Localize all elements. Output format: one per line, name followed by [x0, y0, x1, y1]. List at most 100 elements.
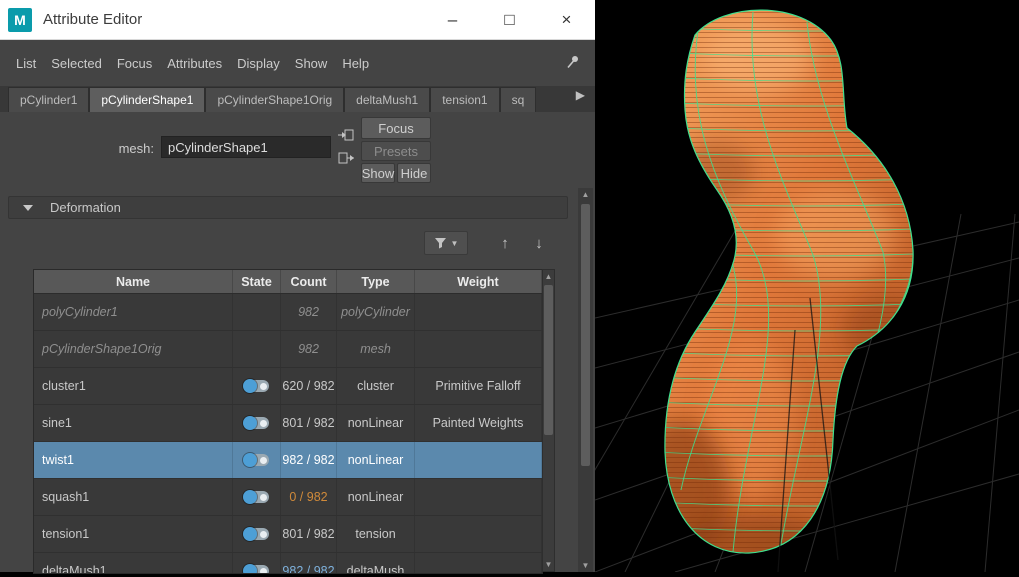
cell-state — [233, 368, 281, 404]
tab-pcylindershape1orig[interactable]: pCylinderShape1Orig — [205, 87, 344, 112]
table-row[interactable]: sine1 801 / 982 nonLinear Painted Weight… — [34, 405, 542, 442]
table-row[interactable]: cluster1 620 / 982 cluster Primitive Fal… — [34, 368, 542, 405]
menu-attributes[interactable]: Attributes — [167, 56, 222, 71]
input-connection-icon[interactable] — [337, 126, 355, 144]
maya-logo-icon: M — [8, 8, 32, 32]
cell-name: twist1 — [34, 442, 233, 478]
cell-name: cluster1 — [34, 368, 233, 404]
scroll-up-icon[interactable]: ▲ — [543, 270, 554, 283]
state-toggle[interactable] — [244, 491, 269, 503]
scroll-up-icon[interactable]: ▲ — [578, 188, 593, 201]
close-button[interactable]: × — [538, 0, 595, 40]
cell-state — [233, 553, 281, 574]
cell-state — [233, 331, 281, 367]
title-bar: M Attribute Editor – □ × — [0, 0, 595, 40]
header-name[interactable]: Name — [34, 270, 233, 293]
cell-weight: Primitive Falloff — [415, 368, 542, 404]
table-row[interactable]: squash1 0 / 982 nonLinear — [34, 479, 542, 516]
tab-tension1[interactable]: tension1 — [430, 87, 499, 112]
output-connection-icon[interactable] — [337, 149, 355, 167]
table-row-selected[interactable]: twist1 982 / 982 nonLinear — [34, 442, 542, 479]
cell-type: cluster — [337, 368, 415, 404]
scroll-down-icon[interactable]: ▼ — [543, 558, 554, 571]
cell-type: nonLinear — [337, 405, 415, 441]
table-scrollbar[interactable]: ▲ ▼ — [542, 269, 555, 572]
move-down-button[interactable]: ↓ — [528, 230, 550, 256]
hide-button[interactable]: Hide — [397, 163, 431, 183]
cell-type: deltaMush — [337, 553, 415, 574]
pin-icon[interactable] — [565, 54, 581, 70]
table-row[interactable]: tension1 801 / 982 tension — [34, 516, 542, 553]
table-row[interactable]: deltaMush1 982 / 982 deltaMush — [34, 553, 542, 574]
header-count[interactable]: Count — [281, 270, 337, 293]
header-state[interactable]: State — [233, 270, 281, 293]
cell-name: polyCylinder1 — [34, 294, 233, 330]
table-header-row: Name State Count Type Weight — [34, 270, 542, 294]
tab-overflow-arrow-icon[interactable]: ▶ — [576, 88, 585, 102]
cell-count: 982 — [281, 331, 337, 367]
collapse-arrow-icon — [23, 205, 33, 211]
cell-name: pCylinderShape1Orig — [34, 331, 233, 367]
cell-weight — [415, 442, 542, 478]
tab-deltamush1[interactable]: deltaMush1 — [344, 87, 430, 112]
cell-name: deltaMush1 — [34, 553, 233, 574]
cell-count: 801 / 982 — [281, 516, 337, 552]
cell-state — [233, 479, 281, 515]
header-type[interactable]: Type — [337, 270, 415, 293]
menu-help[interactable]: Help — [342, 56, 369, 71]
scrollbar-thumb[interactable] — [581, 204, 590, 466]
funnel-icon — [434, 237, 447, 249]
cell-name: tension1 — [34, 516, 233, 552]
cell-count: 982 / 982 — [281, 442, 337, 478]
attribute-editor-window: M Attribute Editor – □ × List Selected F… — [0, 0, 595, 572]
cell-type: nonLinear — [337, 442, 415, 478]
state-toggle[interactable] — [244, 417, 269, 429]
focus-button[interactable]: Focus — [361, 117, 431, 139]
table-row[interactable]: pCylinderShape1Orig 982 mesh — [34, 331, 542, 368]
cell-state — [233, 516, 281, 552]
tab-pcylinder1[interactable]: pCylinder1 — [8, 87, 89, 112]
cell-weight — [415, 479, 542, 515]
menu-display[interactable]: Display — [237, 56, 280, 71]
cell-count: 620 / 982 — [281, 368, 337, 404]
cell-name: squash1 — [34, 479, 233, 515]
maximize-button[interactable]: □ — [481, 0, 538, 40]
cell-count: 801 / 982 — [281, 405, 337, 441]
window-controls: – □ × — [424, 0, 595, 40]
editor-scrollbar[interactable]: ▲ ▼ — [578, 188, 593, 572]
move-up-button[interactable]: ↑ — [494, 230, 516, 256]
menu-list[interactable]: List — [16, 56, 36, 71]
cell-state — [233, 442, 281, 478]
menu-bar: List Selected Focus Attributes Display S… — [0, 41, 595, 85]
tab-pcylindershape1[interactable]: pCylinderShape1 — [89, 87, 205, 112]
table-row[interactable]: polyCylinder1 982 polyCylinder — [34, 294, 542, 331]
filter-caret-icon: ▼ — [451, 239, 459, 248]
cell-type: tension — [337, 516, 415, 552]
menu-selected[interactable]: Selected — [51, 56, 102, 71]
minimize-button[interactable]: – — [424, 0, 481, 40]
menu-show[interactable]: Show — [295, 56, 328, 71]
mesh-field-label: mesh: — [0, 141, 154, 156]
scroll-down-icon[interactable]: ▼ — [578, 559, 593, 572]
state-toggle[interactable] — [244, 380, 269, 392]
presets-button[interactable]: Presets — [361, 141, 431, 161]
menu-focus[interactable]: Focus — [117, 56, 152, 71]
filter-dropdown-button[interactable]: ▼ — [424, 231, 468, 255]
show-button[interactable]: Show — [361, 163, 395, 183]
cell-type: nonLinear — [337, 479, 415, 515]
section-title: Deformation — [50, 200, 121, 215]
cell-weight: Painted Weights — [415, 405, 542, 441]
state-toggle[interactable] — [244, 454, 269, 466]
header-weight[interactable]: Weight — [415, 270, 542, 293]
mesh-name-input[interactable] — [161, 136, 331, 158]
deformed-cylinder-mesh[interactable] — [595, 0, 1019, 572]
viewport-3d[interactable] — [595, 0, 1019, 572]
tab-squash1-clipped[interactable]: sq — [500, 87, 536, 112]
state-toggle[interactable] — [244, 528, 269, 540]
cell-count: 0 / 982 — [281, 479, 337, 515]
maya-screen: { "window": { "title": "Attribute Editor… — [0, 0, 1019, 572]
scrollbar-thumb[interactable] — [544, 285, 553, 435]
deformation-section-header[interactable]: Deformation — [8, 196, 568, 219]
state-toggle[interactable] — [244, 565, 269, 574]
cell-weight — [415, 331, 542, 367]
